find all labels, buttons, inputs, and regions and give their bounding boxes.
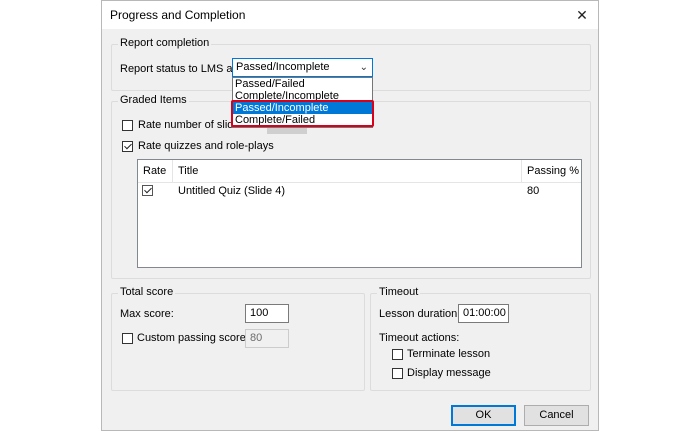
lesson-duration-input[interactable]: 01:00:00 bbox=[458, 304, 509, 323]
timeout-actions-label: Timeout actions: bbox=[379, 332, 460, 344]
column-header-passing[interactable]: Passing % bbox=[527, 165, 579, 177]
lesson-duration-label: Lesson duration: bbox=[379, 308, 461, 320]
row-rate-checkbox[interactable] bbox=[142, 185, 153, 196]
max-score-label: Max score: bbox=[120, 308, 174, 320]
report-status-label: Report status to LMS as: bbox=[120, 63, 242, 75]
table-header: Rate Title Passing % bbox=[138, 160, 581, 183]
highlight-annotation-box bbox=[231, 100, 374, 127]
rate-slides-checkbox[interactable] bbox=[122, 120, 133, 131]
close-icon[interactable]: ✕ bbox=[566, 1, 598, 29]
total-score-label: Total score bbox=[118, 286, 176, 298]
total-score-group: Total score Max score: 100 Custom passin… bbox=[111, 286, 365, 391]
timeout-group: Timeout Lesson duration: 01:00:00 Timeou… bbox=[370, 286, 591, 391]
report-completion-label: Report completion bbox=[118, 37, 212, 49]
terminate-lesson-label[interactable]: Terminate lesson bbox=[407, 348, 490, 360]
row-title: Untitled Quiz (Slide 4) bbox=[178, 185, 285, 197]
dropdown-option-passed-failed[interactable]: Passed/Failed bbox=[233, 78, 372, 90]
timeout-label: Timeout bbox=[377, 286, 421, 298]
custom-passing-checkbox[interactable] bbox=[122, 333, 133, 344]
display-message-checkbox[interactable] bbox=[392, 368, 403, 379]
chevron-down-icon: ⌄ bbox=[359, 62, 368, 73]
terminate-lesson-checkbox[interactable] bbox=[392, 349, 403, 360]
graded-items-label: Graded Items bbox=[118, 94, 189, 106]
report-status-select[interactable]: Passed/Incomplete ⌄ bbox=[232, 58, 373, 77]
custom-passing-input: 80 bbox=[245, 329, 289, 348]
report-status-selected-value: Passed/Incomplete bbox=[236, 61, 330, 73]
custom-passing-label[interactable]: Custom passing score: bbox=[137, 332, 249, 344]
max-score-input[interactable]: 100 bbox=[245, 304, 289, 323]
ok-button[interactable]: OK bbox=[451, 405, 516, 426]
rate-quizzes-checkbox[interactable] bbox=[122, 141, 133, 152]
cancel-button[interactable]: Cancel bbox=[524, 405, 589, 426]
dialog-title: Progress and Completion bbox=[110, 8, 246, 22]
display-message-label[interactable]: Display message bbox=[407, 367, 491, 379]
column-header-title[interactable]: Title bbox=[178, 165, 198, 177]
row-passing: 80 bbox=[527, 185, 540, 197]
rate-quizzes-label[interactable]: Rate quizzes and role-plays bbox=[138, 140, 274, 152]
graded-items-table[interactable]: Rate Title Passing % Untitled Quiz (Slid… bbox=[137, 159, 582, 268]
progress-completion-dialog: Progress and Completion ✕ Report complet… bbox=[101, 0, 599, 431]
column-header-rate[interactable]: Rate bbox=[143, 165, 166, 177]
title-bar: Progress and Completion ✕ bbox=[102, 1, 598, 29]
